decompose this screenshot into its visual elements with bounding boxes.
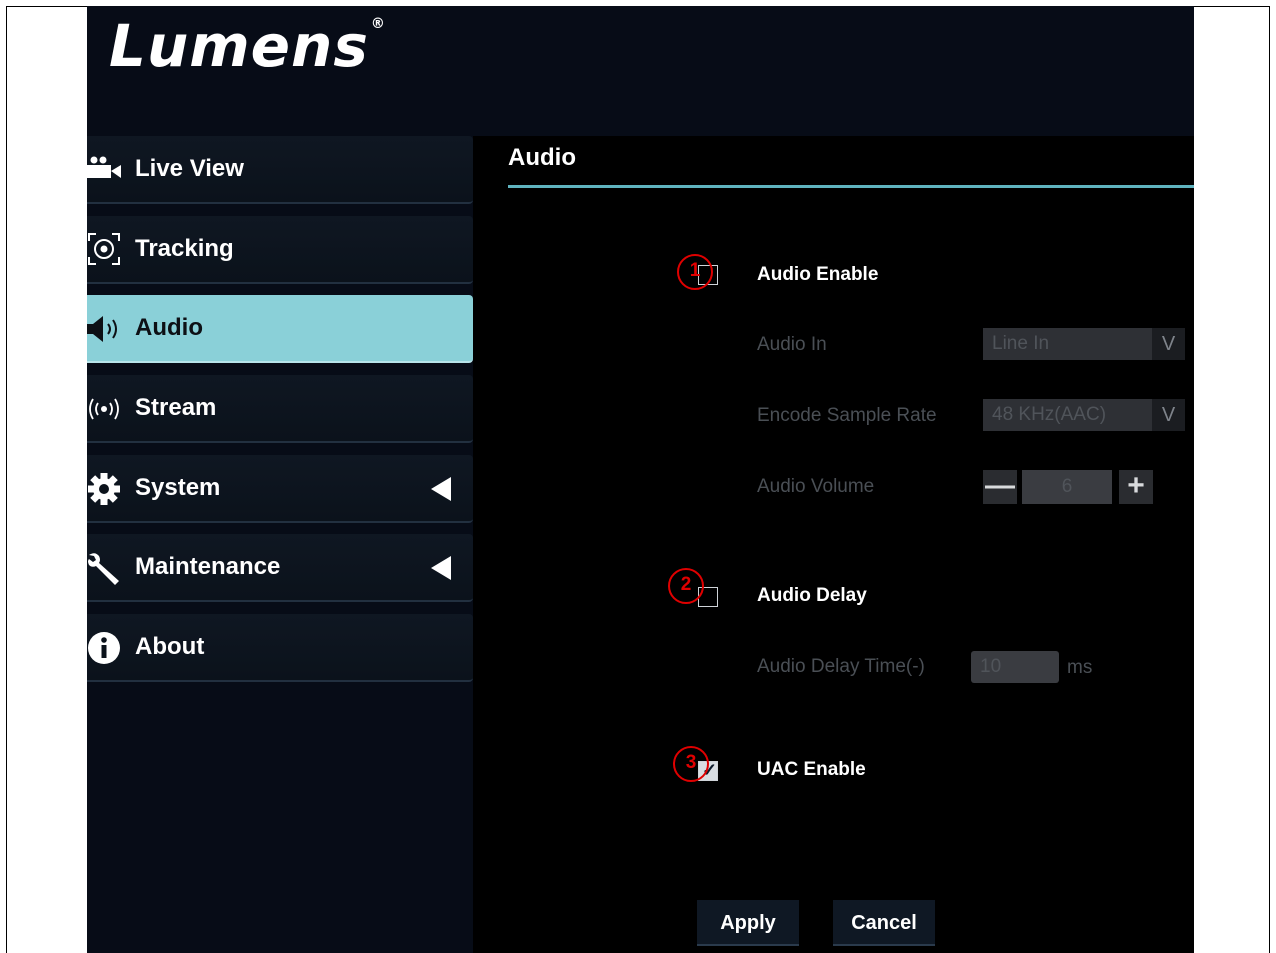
audio-delay-time-label: Audio Delay Time(-) xyxy=(757,656,925,677)
audio-enable-label: Audio Enable xyxy=(757,264,879,285)
annotation-marker-3: 3 xyxy=(673,746,709,782)
audio-delay-label: Audio Delay xyxy=(757,585,867,606)
registered-mark: ® xyxy=(370,15,386,32)
header: Lumens ® xyxy=(87,6,1194,136)
sidebar-item-system[interactable]: System xyxy=(87,455,473,523)
audio-delay-time-input[interactable]: 10 xyxy=(971,651,1059,683)
video-camera-icon xyxy=(87,156,123,184)
sidebar-item-label: Tracking xyxy=(135,235,234,262)
document-border-right xyxy=(1269,6,1270,953)
title-divider xyxy=(508,185,1194,188)
sidebar-item-label: Stream xyxy=(135,394,217,421)
audio-in-value: Line In xyxy=(992,333,1050,354)
audio-volume-label: Audio Volume xyxy=(757,476,875,497)
broadcast-icon xyxy=(87,395,123,423)
sidebar-item-audio[interactable]: Audio xyxy=(87,295,473,363)
volume-increase-button[interactable]: + xyxy=(1119,470,1153,504)
sidebar-item-about[interactable]: About xyxy=(87,614,473,682)
chevron-down-icon: V xyxy=(1152,328,1185,360)
sidebar-item-label: Audio xyxy=(135,314,203,341)
gear-icon xyxy=(87,473,123,505)
app-window: Lumens ® Live View Tracking Audio Stream… xyxy=(87,6,1194,953)
encode-sample-rate-label: Encode Sample Rate xyxy=(757,405,937,426)
expand-arrow-icon[interactable] xyxy=(431,556,451,580)
sidebar-item-label: Maintenance xyxy=(135,553,281,580)
encode-sample-rate-value: 48 KHz(AAC) xyxy=(992,404,1107,425)
encode-sample-rate-select[interactable]: 48 KHz(AAC) V xyxy=(983,399,1185,431)
chevron-down-icon: V xyxy=(1152,399,1185,431)
audio-in-label: Audio In xyxy=(757,334,827,355)
sidebar-item-tracking[interactable]: Tracking xyxy=(87,216,473,284)
expand-arrow-icon[interactable] xyxy=(431,477,451,501)
info-icon xyxy=(87,632,123,664)
lumens-logo: Lumens ® xyxy=(109,12,386,80)
sidebar-item-label: About xyxy=(135,633,205,660)
audio-in-select[interactable]: Line In V xyxy=(983,328,1185,360)
sidebar-item-label: System xyxy=(135,474,221,501)
sidebar-item-maintenance[interactable]: Maintenance xyxy=(87,534,473,602)
speaker-icon xyxy=(87,315,123,343)
volume-decrease-button[interactable]: — xyxy=(983,470,1017,504)
sidebar-item-label: Live View xyxy=(135,155,244,182)
main-content: Audio 1 Audio Enable Audio In Line In V … xyxy=(473,136,1194,953)
document-border-left xyxy=(6,6,7,953)
uac-enable-label: UAC Enable xyxy=(757,759,866,780)
wrench-icon xyxy=(87,553,123,585)
tracking-target-icon xyxy=(87,233,123,265)
delay-unit-label: ms xyxy=(1067,657,1093,678)
annotation-marker-1: 1 xyxy=(677,254,713,290)
logo-text: Lumens xyxy=(109,12,369,80)
cancel-button[interactable]: Cancel xyxy=(833,900,935,946)
apply-button[interactable]: Apply xyxy=(697,900,799,946)
page-title: Audio xyxy=(508,144,576,171)
sidebar-item-live-view[interactable]: Live View xyxy=(87,136,473,204)
sidebar: Live View Tracking Audio Stream System M… xyxy=(87,136,473,953)
annotation-marker-2: 2 xyxy=(668,568,704,604)
volume-value[interactable]: 6 xyxy=(1022,470,1112,504)
sidebar-item-stream[interactable]: Stream xyxy=(87,375,473,443)
